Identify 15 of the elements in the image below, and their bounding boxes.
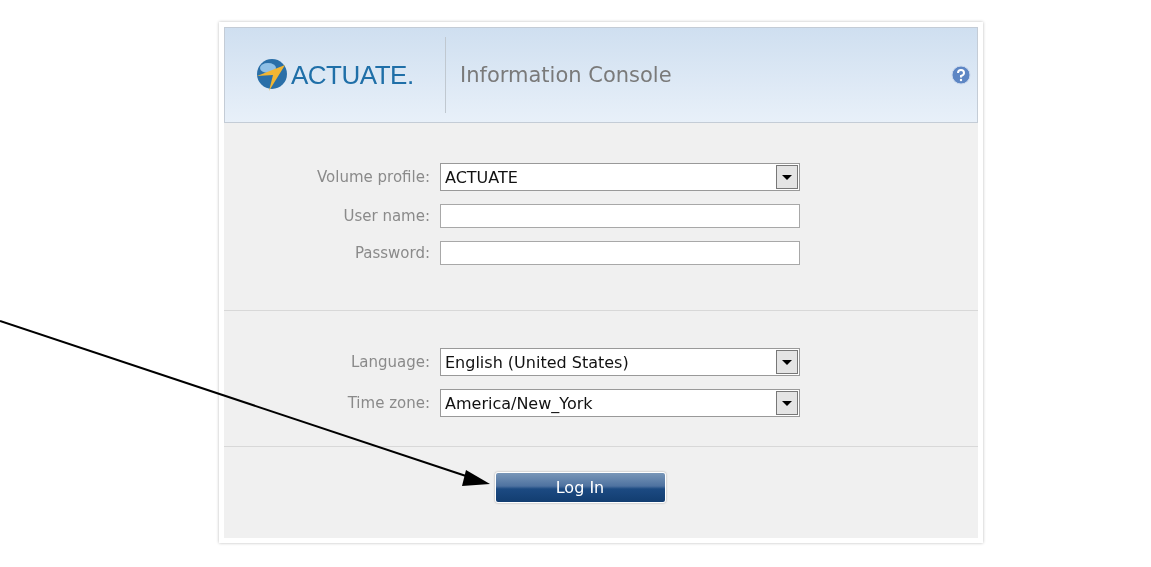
globe-logo-icon bbox=[255, 57, 289, 93]
text-input-field[interactable] bbox=[440, 204, 800, 228]
dropdown-field[interactable]: America/New_York bbox=[440, 389, 800, 417]
login-button[interactable]: Log In bbox=[494, 472, 666, 503]
dropdown-field[interactable]: English (United States) bbox=[440, 348, 800, 376]
logo-text: ACTUATE. bbox=[291, 59, 414, 91]
field-label: Password: bbox=[353, 244, 430, 262]
field-label: Time zone: bbox=[346, 394, 430, 412]
field-label: Volume profile: bbox=[316, 168, 430, 186]
dropdown-field[interactable]: ACTUATE bbox=[440, 163, 800, 191]
field-label: User name: bbox=[342, 207, 430, 225]
text-input-field[interactable] bbox=[440, 241, 800, 265]
field-label: Language: bbox=[349, 353, 430, 371]
app-title: Information Console bbox=[460, 63, 673, 87]
help-icon[interactable] bbox=[951, 65, 971, 85]
